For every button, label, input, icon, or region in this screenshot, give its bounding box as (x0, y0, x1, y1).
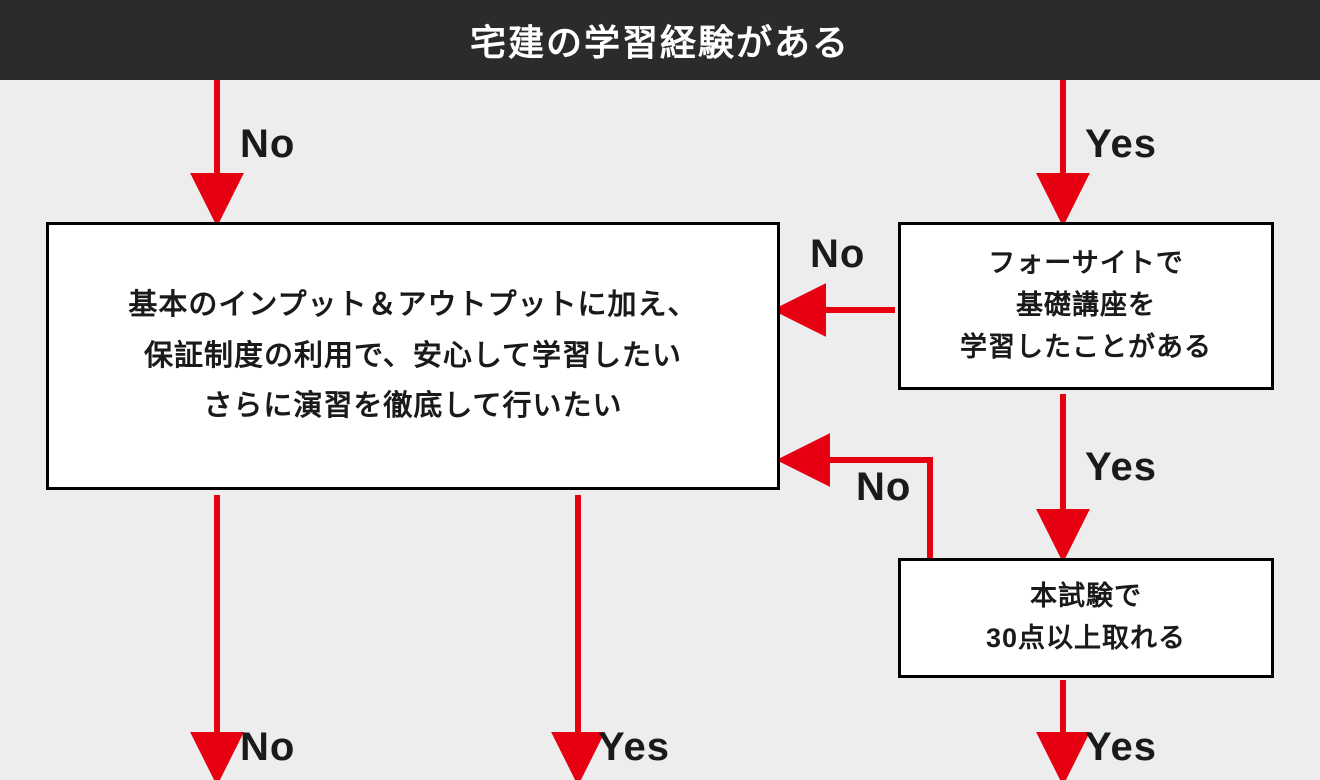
node-line: 30点以上取れる (986, 623, 1186, 653)
node-foresight-basic-course: フォーサイトで 基礎講座を 学習したことがある (898, 222, 1274, 390)
edge-label-yes: Yes (598, 725, 670, 770)
node-text: 本試験で 30点以上取れる (986, 576, 1186, 660)
edge-label-no: No (240, 122, 295, 167)
node-line: 保証制度の利用で、安心して学習したい (144, 340, 682, 372)
edge-label-no: No (856, 465, 911, 510)
node-input-output-guarantee: 基本のインプット＆アウトプットに加え、 保証制度の利用で、安心して学習したい さ… (46, 222, 780, 490)
node-exam-score-30: 本試験で 30点以上取れる (898, 558, 1274, 678)
edge-label-yes: Yes (1085, 445, 1157, 490)
node-text: フォーサイトで 基礎講座を 学習したことがある (960, 243, 1212, 369)
edge-label-yes: Yes (1085, 122, 1157, 167)
node-text: 基本のインプット＆アウトプットに加え、 保証制度の利用で、安心して学習したい さ… (128, 280, 697, 432)
node-line: 基礎講座を (1016, 290, 1156, 320)
node-line: さらに演習を徹底して行いたい (203, 390, 622, 422)
edge-label-no: No (810, 232, 865, 277)
flow-header-title: 宅建の学習経験がある (470, 14, 850, 66)
node-line: フォーサイトで (988, 248, 1183, 278)
edge-label-yes: Yes (1085, 725, 1157, 770)
node-line: 学習したことがある (960, 332, 1212, 362)
node-line: 本試験で (1030, 581, 1142, 611)
flow-header: 宅建の学習経験がある (0, 0, 1320, 80)
edge-label-no: No (240, 725, 295, 770)
node-line: 基本のインプット＆アウトプットに加え、 (128, 289, 697, 321)
